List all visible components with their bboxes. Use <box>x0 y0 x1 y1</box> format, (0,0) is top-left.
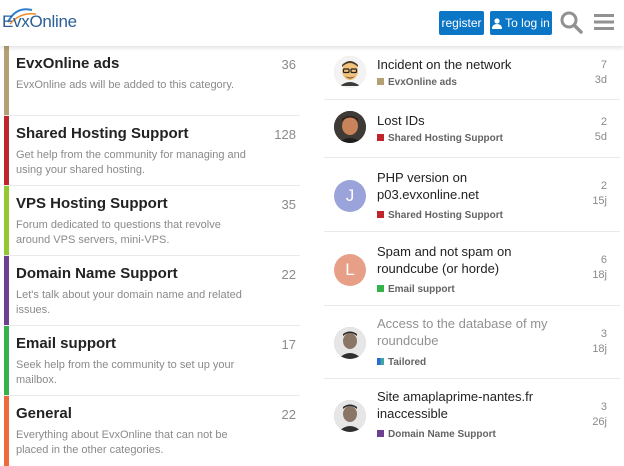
category-description: Get help from the community for managing… <box>16 149 246 176</box>
user-avatar[interactable] <box>334 111 366 143</box>
category-description: Seek help from the community to set up y… <box>16 359 235 386</box>
category-row[interactable]: Email support Seek help from the communi… <box>4 326 300 396</box>
topic-category-badge[interactable]: Shared Hosting Support <box>377 133 503 144</box>
category-list: EvxOnline ads EvxOnline ads will be adde… <box>4 46 300 466</box>
category-topic-count: 22 <box>281 407 296 422</box>
site-header: EvxOnline register To log in <box>0 0 624 46</box>
topic-reply-count: 7 <box>600 59 607 71</box>
topic-title[interactable]: PHP version on p03.evxonline.net <box>377 169 507 203</box>
user-avatar-letter[interactable]: L <box>334 254 366 286</box>
category-row[interactable]: Shared Hosting Support Get help from the… <box>4 116 300 186</box>
user-avatar-letter[interactable]: J <box>334 180 366 212</box>
topic-category-name: EvxOnline ads <box>388 77 457 88</box>
category-name[interactable]: General <box>16 405 72 422</box>
topic-row[interactable]: Lost IDs Shared Hosting Support 2 5d <box>324 100 620 158</box>
category-name[interactable]: Email support <box>16 335 116 352</box>
category-description: Let's talk about your domain name and re… <box>16 289 242 316</box>
topic-category-name: Email support <box>388 284 455 295</box>
user-avatar[interactable] <box>334 400 366 432</box>
category-square-icon <box>377 430 384 437</box>
category-color-bar <box>4 186 9 255</box>
category-name[interactable]: VPS Hosting Support <box>16 195 168 212</box>
user-photo-icon <box>334 400 366 432</box>
topic-category-badge[interactable]: Email support <box>377 284 455 295</box>
topic-category-name: Shared Hosting Support <box>388 210 503 221</box>
category-description: EvxOnline ads will be added to this cate… <box>16 79 235 91</box>
topic-reply-count: 3 <box>600 328 607 340</box>
topic-category-name: Domain Name Support <box>388 429 496 440</box>
hamburger-menu-icon[interactable] <box>591 9 617 35</box>
topic-title[interactable]: Incident on the network <box>377 56 552 73</box>
category-topic-count: 128 <box>274 127 296 142</box>
category-color-bar <box>4 116 9 185</box>
category-name[interactable]: EvxOnline ads <box>16 55 119 72</box>
category-color-bar <box>4 326 9 395</box>
topic-reply-count: 2 <box>600 180 607 192</box>
category-row[interactable]: Domain Name Support Let's talk about you… <box>4 256 300 326</box>
topic-row[interactable]: J PHP version on p03.evxonline.net Share… <box>324 158 620 232</box>
login-label: To log in <box>505 16 550 30</box>
topic-category-badge[interactable]: Domain Name Support <box>377 429 496 440</box>
category-topic-count: 17 <box>281 337 296 352</box>
topic-reply-count: 2 <box>600 116 607 128</box>
category-name[interactable]: Domain Name Support <box>16 265 178 282</box>
topic-reply-count: 3 <box>600 401 607 413</box>
user-avatar[interactable] <box>334 327 366 359</box>
topic-category-name: Shared Hosting Support <box>388 133 503 144</box>
category-description: Everything about EvxOnline that can not … <box>16 429 228 456</box>
topic-row[interactable]: Access to the database of my roundcube T… <box>324 306 620 379</box>
register-button[interactable]: register <box>439 11 484 35</box>
category-color-bar <box>4 46 9 115</box>
category-square-icon <box>377 358 384 365</box>
topic-category-badge[interactable]: Tailored <box>377 357 426 368</box>
topic-title[interactable]: Site amaplaprime-nantes.fr inaccessible <box>377 388 547 422</box>
category-color-bar <box>4 256 9 325</box>
user-photo-icon <box>334 111 366 143</box>
topic-activity-age[interactable]: 5d <box>595 131 607 143</box>
topic-activity-age[interactable]: 3d <box>595 74 607 86</box>
topic-title[interactable]: Access to the database of my roundcube <box>377 315 552 349</box>
user-avatar[interactable] <box>334 56 366 88</box>
topic-row[interactable]: Site amaplaprime-nantes.fr inaccessible … <box>324 379 620 447</box>
category-row[interactable]: VPS Hosting Support Forum dedicated to q… <box>4 186 300 256</box>
category-square-icon <box>377 211 384 218</box>
topic-row[interactable]: L Spam and not spam on roundcube (or hor… <box>324 232 620 306</box>
category-topic-count: 22 <box>281 267 296 282</box>
category-square-icon <box>377 285 384 292</box>
topic-title[interactable]: Spam and not spam on roundcube (or horde… <box>377 243 517 277</box>
category-topic-count: 35 <box>281 197 296 212</box>
category-square-icon <box>377 134 384 141</box>
user-icon <box>492 18 503 30</box>
topic-category-name: Tailored <box>388 357 427 368</box>
topic-title[interactable]: Lost IDs <box>377 112 552 129</box>
login-button[interactable]: To log in <box>490 11 552 35</box>
category-square-icon <box>377 78 384 85</box>
topic-row[interactable]: Incident on the network EvxOnline ads 7 … <box>324 46 620 100</box>
topic-category-badge[interactable]: Shared Hosting Support <box>377 210 503 221</box>
topic-activity-age[interactable]: 18j <box>592 343 607 355</box>
category-topic-count: 36 <box>281 57 296 72</box>
cartoon-face-icon <box>334 56 366 88</box>
topic-list: Incident on the network EvxOnline ads 7 … <box>324 46 620 447</box>
category-row[interactable]: General Everything about EvxOnline that … <box>4 396 300 466</box>
topic-reply-count: 6 <box>600 254 607 266</box>
category-color-bar <box>4 396 9 466</box>
logo-text: EvxOnline <box>2 12 77 31</box>
topic-activity-age[interactable]: 26j <box>592 416 607 428</box>
topic-activity-age[interactable]: 18j <box>592 269 607 281</box>
topic-category-badge[interactable]: EvxOnline ads <box>377 77 457 88</box>
search-icon[interactable] <box>558 9 584 35</box>
category-row[interactable]: EvxOnline ads EvxOnline ads will be adde… <box>4 46 300 116</box>
site-logo[interactable]: EvxOnline <box>2 4 77 40</box>
topic-activity-age[interactable]: 15j <box>592 195 607 207</box>
user-photo-icon <box>334 327 366 359</box>
category-description: Forum dedicated to questions that revolv… <box>16 219 221 246</box>
category-name[interactable]: Shared Hosting Support <box>16 125 189 142</box>
